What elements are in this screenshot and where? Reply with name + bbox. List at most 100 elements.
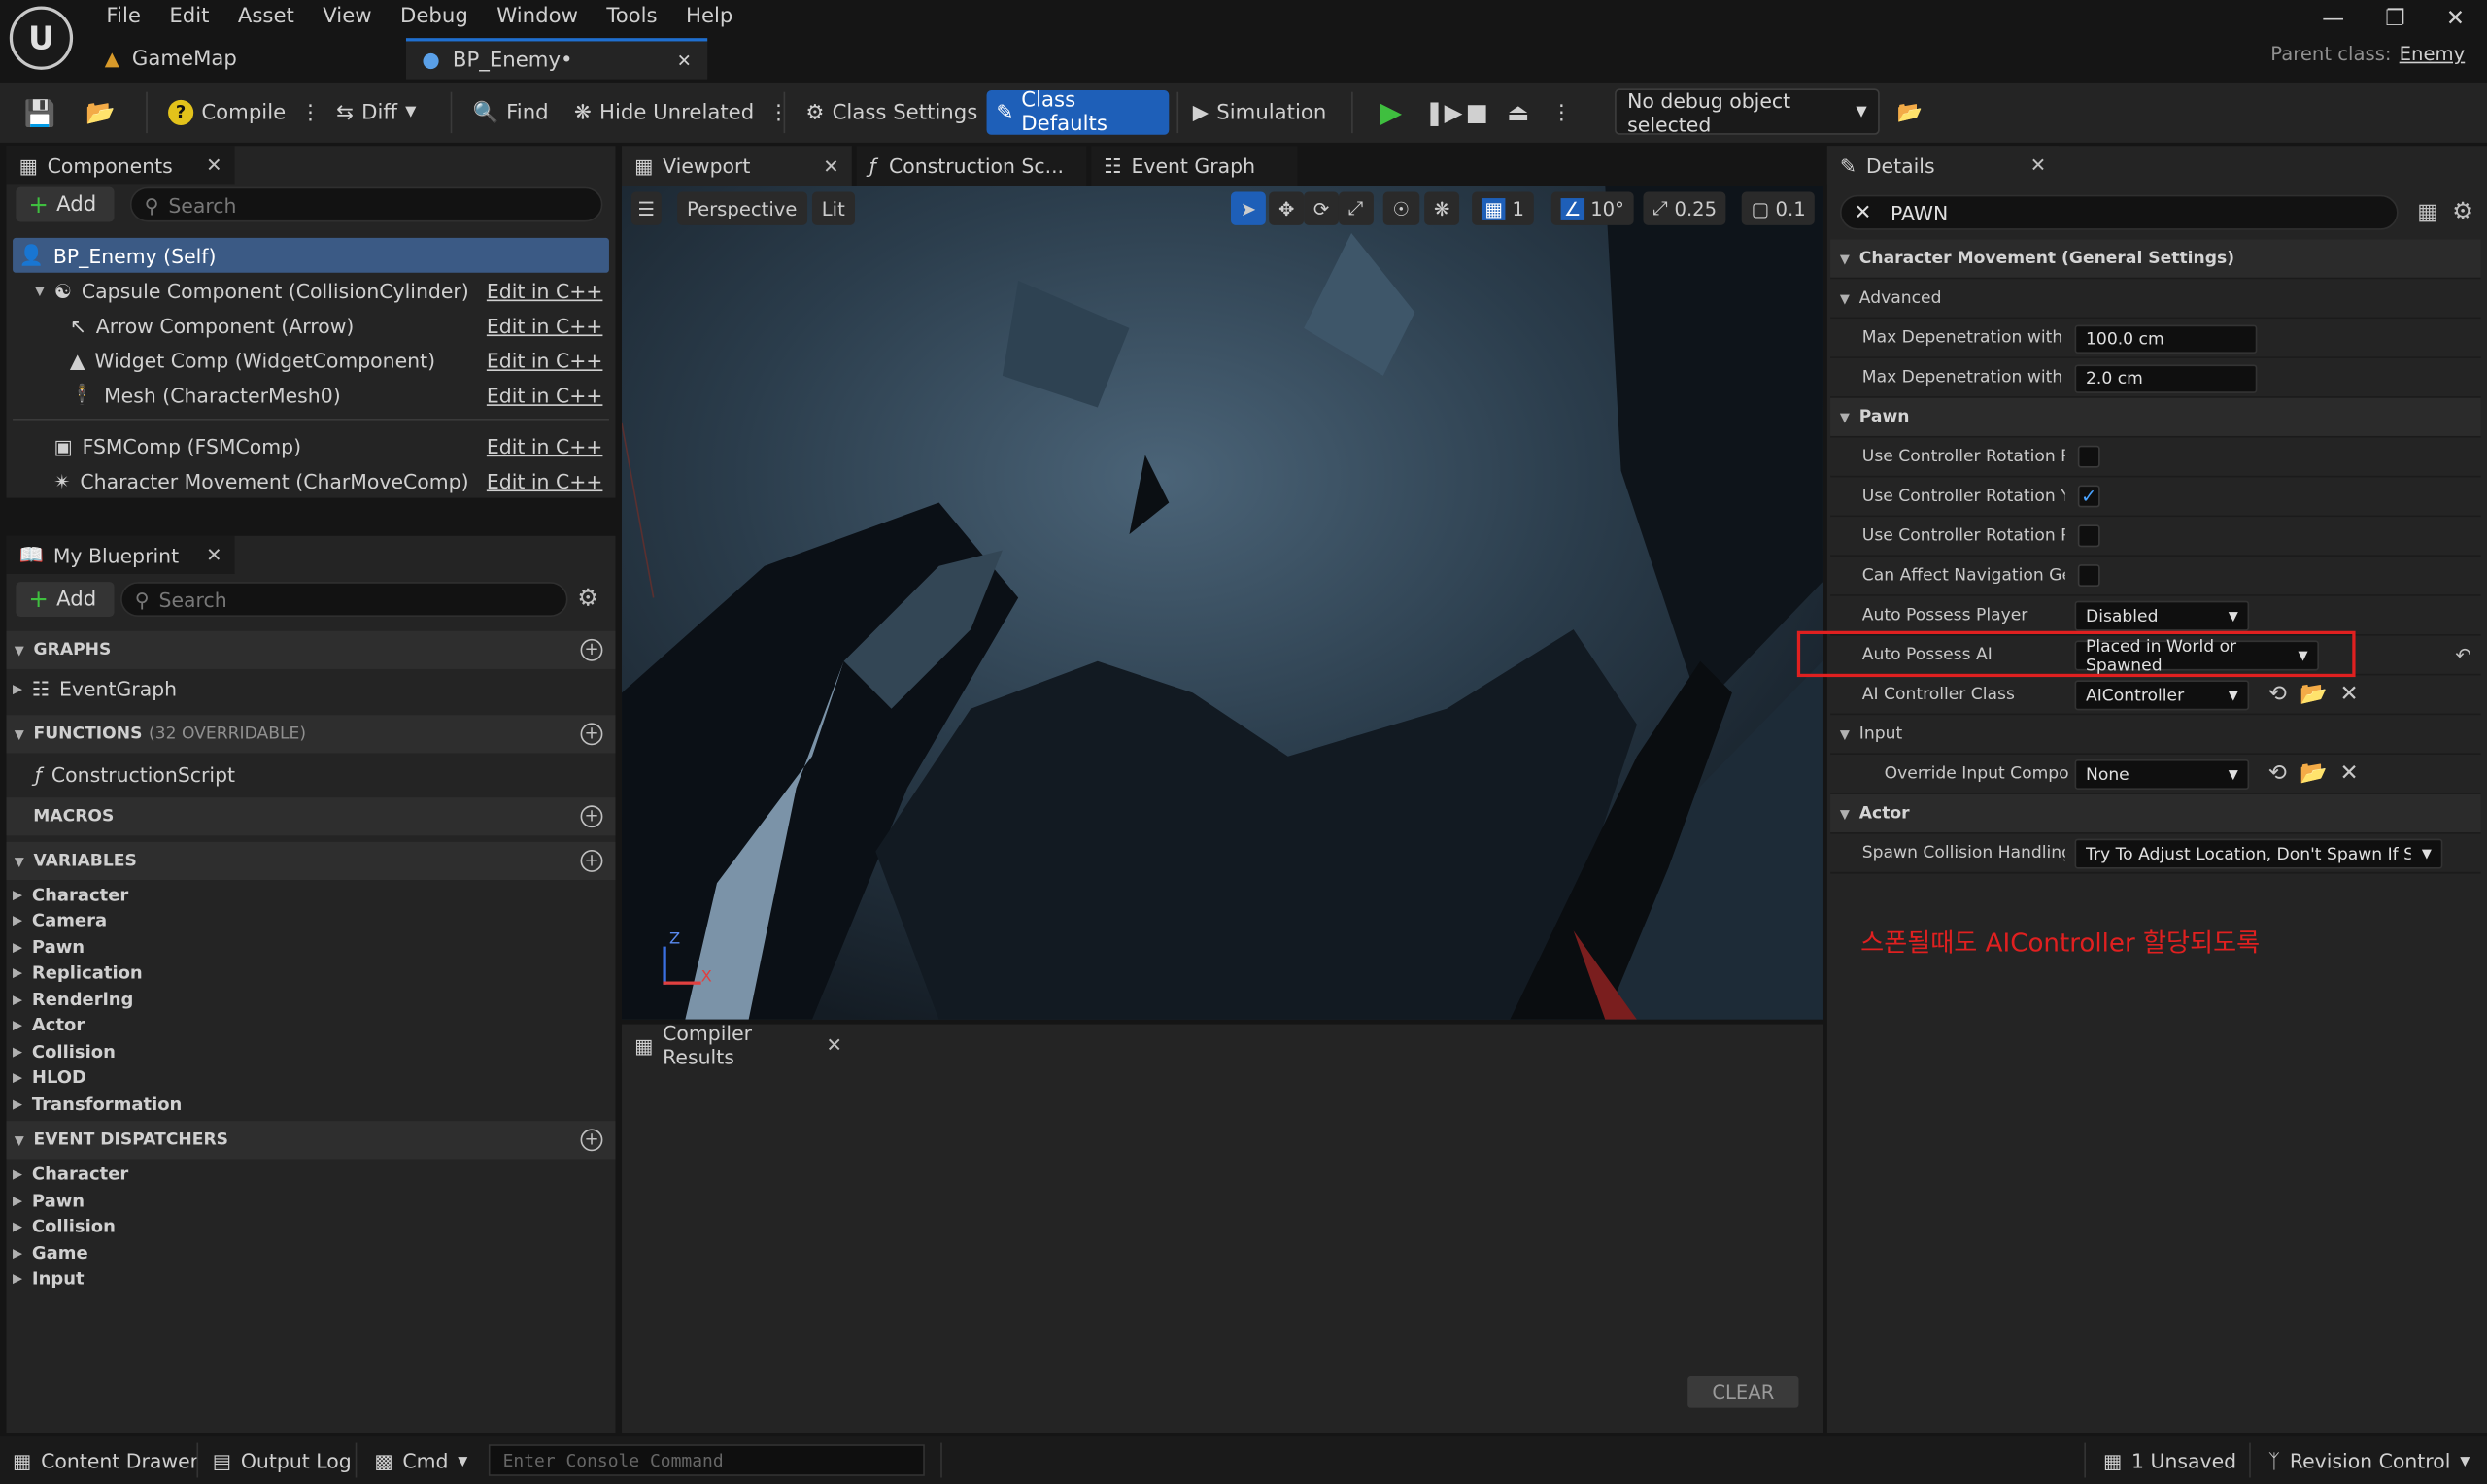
variable-category[interactable]: ▶ Transformation [13, 1091, 182, 1116]
browse-icon[interactable]: 📂 [76, 90, 124, 135]
details-tab[interactable]: ✎ Details ✕ [1826, 146, 2060, 185]
cmd-select[interactable]: ▩ Cmd ▼ [374, 1436, 467, 1484]
surface-snap-icon[interactable]: ❋ [1424, 191, 1460, 225]
variable-category[interactable]: ▶ Replication [13, 960, 143, 985]
dispatcher-category[interactable]: ▶ Collision [13, 1213, 116, 1238]
viewport-menu-icon[interactable]: ☰ [630, 191, 662, 225]
save-icon[interactable]: 💾 [15, 90, 65, 135]
component-root[interactable]: 👤 BP_Enemy (Self) [13, 238, 609, 273]
expand-arrow-icon[interactable]: ▶ [13, 681, 22, 695]
play-icon[interactable]: ▶ [1371, 90, 1412, 135]
close-icon[interactable]: ✕ [823, 154, 838, 177]
menu-tools[interactable]: Tools [593, 0, 672, 35]
add-function-icon[interactable]: + [580, 723, 603, 746]
content-drawer-button[interactable]: ▦ Content Drawer [13, 1436, 198, 1484]
menu-help[interactable]: Help [671, 0, 747, 35]
use-selected-icon[interactable]: ⟲ [2268, 761, 2287, 787]
max-depenetration-1-field[interactable]: 100.0 cm [2074, 324, 2258, 354]
section-character-movement[interactable]: ▼ Character Movement (General Settings) [1830, 239, 2481, 280]
variable-category[interactable]: ▶ Character [13, 882, 128, 907]
variable-category[interactable]: ▶ Pawn [13, 934, 85, 960]
my-blueprint-tab[interactable]: 📖 My Blueprint ✕ [6, 535, 235, 574]
close-tab-icon[interactable]: ✕ [677, 50, 692, 70]
tab-bp-enemy[interactable]: ● BP_Enemy• ✕ [405, 38, 708, 80]
construction-script-item[interactable]: ƒ ConstructionScript [35, 759, 235, 788]
components-search-input[interactable]: ⚲ Search [129, 186, 603, 222]
reset-to-default-icon[interactable]: ↶ [2455, 644, 2470, 666]
variable-category[interactable]: ▶ Camera [13, 907, 107, 932]
add-graph-icon[interactable]: + [580, 638, 603, 661]
close-icon[interactable]: ✕ [827, 1033, 842, 1056]
revision-control-button[interactable]: ᛉ Revision Control ▼ [2268, 1436, 2470, 1484]
add-dispatcher-icon[interactable]: + [580, 1129, 603, 1152]
expand-arrow-icon[interactable]: ▼ [35, 283, 45, 297]
macros-header[interactable]: MACROS + [6, 797, 616, 836]
stop-icon[interactable]: ■ [1456, 90, 1498, 135]
event-dispatchers-header[interactable]: ▼ EVENT DISPATCHERS + [6, 1121, 616, 1160]
component-mesh[interactable]: 🕴 Mesh (CharacterMesh0) Edit in C++ [13, 378, 609, 413]
scale-snap-button[interactable]: ⤢ 0.25 [1643, 191, 1726, 225]
auto-possess-player-select[interactable]: Disabled ▼ [2074, 600, 2250, 631]
rotate-icon[interactable]: ⟳ [1304, 191, 1340, 225]
class-defaults-button[interactable]: ✎ Class Defaults [986, 88, 1170, 136]
component-char-movement[interactable]: ✴ Character Movement (CharMoveComp) Edit… [13, 463, 609, 498]
diff-button[interactable]: ⇆ Diff ▼ [326, 90, 426, 135]
dispatcher-category[interactable]: ▶ Input [13, 1265, 85, 1291]
camera-speed-button[interactable]: ▢ 0.1 [1741, 191, 1816, 225]
find-button[interactable]: 🔍 Find [463, 90, 559, 135]
subsection-advanced[interactable]: ▼ Advanced [1830, 279, 2481, 320]
tab-event-graph[interactable]: ☷ Event Graph [1091, 146, 1298, 186]
dispatcher-category[interactable]: ▶ Pawn [13, 1188, 85, 1213]
details-search-input[interactable]: ✕ PAWN [1839, 194, 2399, 230]
compile-button[interactable]: ? Compile ⋮ [158, 90, 330, 135]
gear-icon[interactable]: ⚙ [2452, 196, 2473, 224]
can-affect-navigation-checkbox[interactable] [2077, 564, 2100, 588]
tab-viewport[interactable]: ▦ Viewport ✕ [622, 146, 852, 186]
kebab-icon[interactable]: ⋮ [300, 101, 321, 124]
simulation-button[interactable]: ▶ Simulation [1183, 90, 1336, 135]
component-fsm[interactable]: ▣ FSMComp (FSMComp) Edit in C++ [13, 428, 609, 463]
graphs-header[interactable]: ▼ GRAPHS + [6, 630, 616, 669]
tab-gamemap[interactable]: ▲ GameMap [88, 38, 397, 79]
parent-class-link[interactable]: Enemy [2400, 43, 2466, 65]
restore-icon[interactable]: ❐ [2377, 3, 2412, 35]
hide-unrelated-button[interactable]: ❋ Hide Unrelated ⋮ [564, 90, 799, 135]
edit-in-cpp-link[interactable]: Edit in C++ [487, 279, 603, 302]
table-view-icon[interactable]: ▦ [2417, 200, 2438, 225]
clear-icon[interactable]: ✕ [2340, 682, 2359, 707]
close-icon[interactable]: ✕ [206, 153, 221, 176]
kebab-icon[interactable]: ⋮ [1542, 90, 1582, 135]
edit-in-cpp-link[interactable]: Edit in C++ [487, 348, 603, 371]
edit-in-cpp-link[interactable]: Edit in C++ [487, 313, 603, 336]
kebab-icon[interactable]: ⋮ [768, 101, 789, 124]
add-blueprint-item-button[interactable]: + Add [16, 582, 115, 618]
tab-construction-script[interactable]: ƒ Construction Sc... [856, 146, 1087, 186]
add-component-button[interactable]: + Add [16, 186, 115, 222]
select-mode-icon[interactable]: ➤ [1230, 191, 1266, 225]
component-widget[interactable]: ▲ Widget Comp (WidgetComponent) Edit in … [13, 343, 609, 378]
debug-browse-icon[interactable]: 📂 [1888, 90, 1932, 135]
menu-debug[interactable]: Debug [386, 0, 482, 35]
edit-in-cpp-link[interactable]: Edit in C++ [487, 433, 603, 456]
world-local-icon[interactable]: ☉ [1382, 191, 1419, 225]
lit-button[interactable]: Lit [811, 191, 855, 225]
clear-search-icon[interactable]: ✕ [1855, 201, 1872, 224]
variable-category[interactable]: ▶ Rendering [13, 986, 133, 1011]
scale-icon[interactable]: ⤢ [1338, 191, 1374, 225]
use-controller-roll-checkbox[interactable] [2077, 524, 2100, 548]
gear-icon[interactable]: ⚙ [577, 584, 598, 612]
browse-icon[interactable]: 📂 [2300, 682, 2327, 707]
variable-category[interactable]: ▶ Collision [13, 1038, 116, 1063]
component-capsule[interactable]: ▼ ☯ Capsule Component (CollisionCylinder… [13, 273, 609, 308]
menu-edit[interactable]: Edit [155, 0, 224, 35]
subsection-input[interactable]: ▼ Input [1830, 715, 2481, 756]
compiler-results-tab[interactable]: ▦ Compiler Results ✕ [622, 1021, 856, 1068]
variable-category[interactable]: ▶ HLOD [13, 1063, 86, 1089]
components-tab[interactable]: ▦ Components ✕ [6, 146, 235, 185]
max-depenetration-2-field[interactable]: 2.0 cm [2074, 364, 2258, 393]
clear-icon[interactable]: ✕ [2340, 761, 2359, 787]
output-log-button[interactable]: ▤ Output Log [213, 1436, 352, 1484]
add-variable-icon[interactable]: + [580, 850, 603, 872]
menu-asset[interactable]: Asset [223, 0, 308, 35]
section-actor[interactable]: ▼ Actor [1830, 793, 2481, 834]
